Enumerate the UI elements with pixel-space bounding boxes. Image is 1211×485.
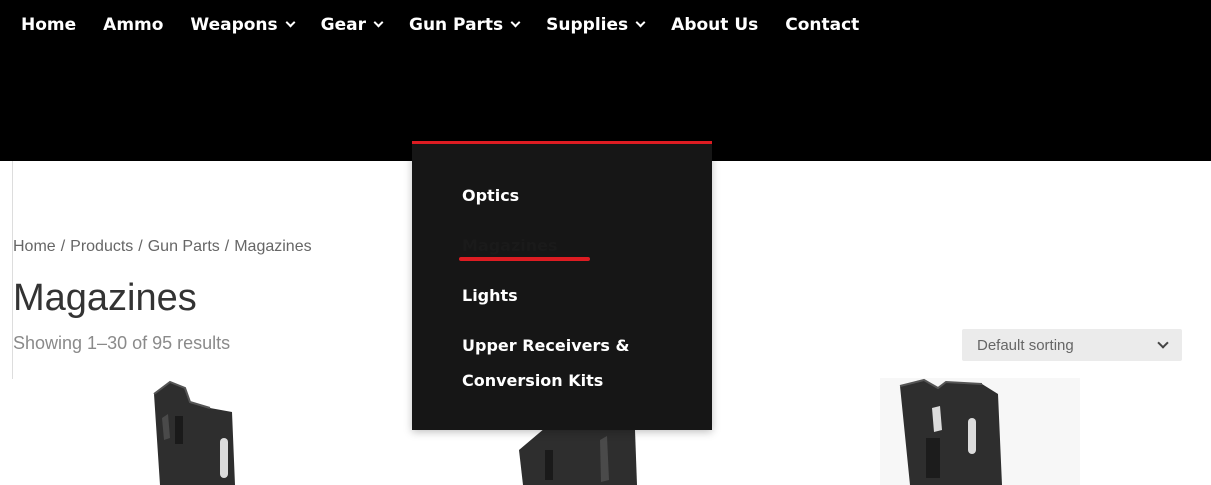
breadcrumb-separator: / <box>138 238 143 255</box>
product-image[interactable] <box>880 378 1080 485</box>
breadcrumb-gun-parts[interactable]: Gun Parts <box>148 238 220 256</box>
product-image[interactable] <box>140 378 270 485</box>
nav-item-contact[interactable]: Contact <box>785 15 859 35</box>
result-count: Showing 1–30 of 95 results <box>13 333 231 353</box>
breadcrumb-home[interactable]: Home <box>13 238 56 256</box>
nav-item-label: Weapons <box>190 15 278 35</box>
nav-item-label: Gun Parts <box>408 15 504 35</box>
nav-item-label: Gear <box>320 15 366 35</box>
page-title: Magazines <box>13 277 197 319</box>
sorting-selected-value: Default sorting <box>977 336 1074 354</box>
chevron-down-icon <box>373 17 384 28</box>
dropdown-item-optics[interactable]: Optics <box>462 186 519 205</box>
chevron-down-icon <box>285 17 296 28</box>
chevron-down-icon <box>1157 337 1169 349</box>
nav-item-label: Supplies <box>546 15 629 35</box>
site-header: Home Ammo Weapons Gear Gun Parts Supplie… <box>0 0 1211 161</box>
nav-item-about-us[interactable]: About Us <box>671 15 758 35</box>
chevron-down-icon <box>635 17 646 28</box>
nav-item-ammo[interactable]: Ammo <box>103 15 163 35</box>
breadcrumb: Home / Products / Gun Parts / Magazines <box>13 238 312 256</box>
nav-item-gun-parts[interactable]: Gun Parts <box>408 15 521 35</box>
breadcrumb-separator: / <box>224 238 230 255</box>
nav-item-label: About Us <box>671 15 759 35</box>
chevron-down-icon <box>510 17 521 28</box>
main-nav: Home Ammo Weapons Gear Gun Parts Supplie… <box>21 12 859 38</box>
gun-parts-dropdown-menu: Optics Magazines Lights Upper Receivers … <box>412 141 712 430</box>
nav-item-label: Home <box>21 15 77 35</box>
nav-item-gear[interactable]: Gear <box>320 15 384 35</box>
nav-item-supplies[interactable]: Supplies <box>546 15 646 35</box>
dropdown-item-upper-receivers[interactable]: Upper Receivers & Conversion Kits <box>462 328 629 398</box>
dropdown-item-magazines[interactable]: Magazines <box>462 236 558 255</box>
sorting-select[interactable]: Default sorting <box>962 329 1182 361</box>
nav-item-weapons[interactable]: Weapons <box>190 15 296 35</box>
nav-item-home[interactable]: Home <box>21 15 76 35</box>
breadcrumb-products[interactable]: Products <box>70 238 133 256</box>
nav-item-label: Ammo <box>103 15 164 35</box>
breadcrumb-current: Magazines <box>234 238 312 255</box>
dropdown-item-lights[interactable]: Lights <box>462 286 518 305</box>
magazine-photo <box>153 380 235 485</box>
magazine-photo <box>899 378 1002 485</box>
active-item-underline <box>459 257 590 261</box>
breadcrumb-separator: / <box>60 238 66 255</box>
nav-item-label: Contact <box>785 15 860 35</box>
